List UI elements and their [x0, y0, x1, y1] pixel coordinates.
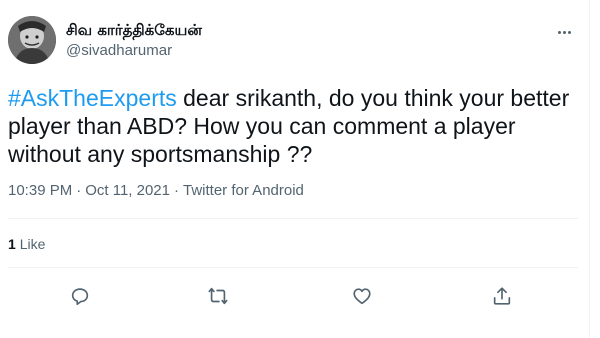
hashtag-link[interactable]: #AskTheExperts	[8, 85, 177, 111]
likes-label: Like	[19, 236, 46, 252]
tweet-meta: 10:39 PM · Oct 11, 2021 · Twitter for Androi…	[8, 181, 304, 201]
divider	[8, 218, 578, 219]
like-button[interactable]	[346, 280, 378, 312]
likes-stat[interactable]: 1 Like	[8, 234, 45, 254]
reply-button[interactable]	[64, 280, 96, 312]
meta-separator: ·	[174, 182, 179, 199]
author-info: சிவ கார்த்திக்கேயன் @sivadharumar	[66, 20, 202, 61]
share-icon	[493, 287, 511, 305]
author-handle[interactable]: @sivadharumar	[66, 41, 202, 61]
tweet-text: #AskTheExperts dear srikanth, do you thi…	[8, 84, 578, 168]
retweet-button[interactable]	[202, 280, 234, 312]
reply-icon	[71, 288, 89, 306]
likes-count: 1	[8, 236, 16, 252]
tweet-card: சிவ கார்த்திக்கேயன் @sivadharumar #AskTh…	[0, 0, 590, 338]
author-avatar[interactable]	[8, 16, 56, 64]
retweet-icon	[208, 287, 228, 305]
author-display-name[interactable]: சிவ கார்த்திக்கேயன்	[66, 20, 202, 40]
divider	[8, 267, 578, 268]
meta-separator: ·	[76, 182, 82, 199]
share-button[interactable]	[486, 280, 518, 312]
tweet-source[interactable]: Twitter for Android	[183, 182, 304, 199]
avatar-image	[8, 16, 56, 64]
tweet-date[interactable]: Oct 11, 2021	[85, 182, 170, 199]
heart-icon	[353, 288, 371, 305]
more-options-icon[interactable]	[552, 20, 576, 44]
tweet-time[interactable]: 10:39 PM	[8, 182, 72, 199]
action-bar	[8, 280, 578, 312]
